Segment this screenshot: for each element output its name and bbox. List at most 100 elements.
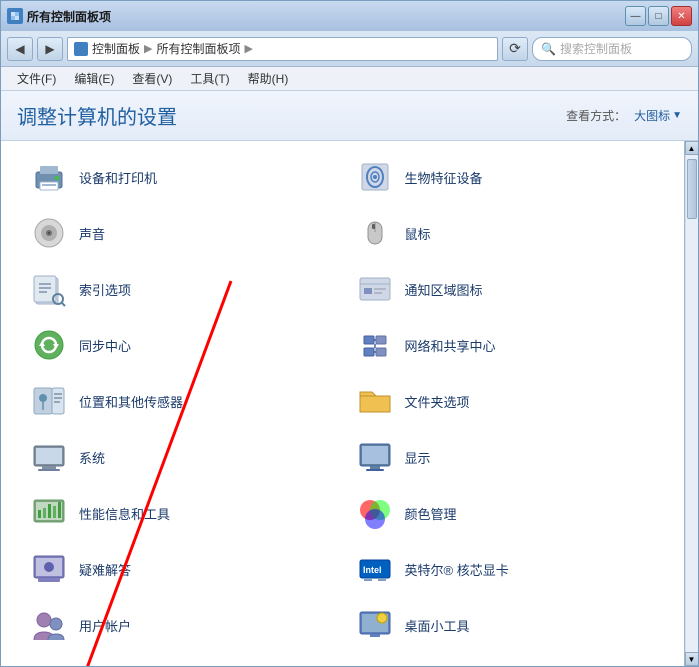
menu-bar: 文件(F) 编辑(E) 查看(V) 工具(T) 帮助(H) <box>1 67 698 91</box>
list-item[interactable]: 生物特征设备 <box>343 149 669 205</box>
menu-view[interactable]: 查看(V) <box>124 68 180 89</box>
menu-file[interactable]: 文件(F) <box>9 68 64 89</box>
list-item[interactable]: 索引选项 <box>17 261 343 317</box>
list-item[interactable]: 颜色管理 <box>343 485 669 541</box>
address-bar: ◀ ▶ 控制面板 ▶ 所有控制面板项 ▶ ⟳ 🔍 搜索控制面板 <box>1 31 698 67</box>
scroll-thumb[interactable] <box>687 159 697 219</box>
printer-icon <box>29 157 69 197</box>
item-label: 通知区域图标 <box>405 280 483 299</box>
list-item[interactable]: A a 字体 <box>343 653 669 666</box>
color-icon <box>355 493 395 533</box>
item-label: 桌面小工具 <box>405 616 470 635</box>
refresh-button[interactable]: ⟳ <box>502 37 528 61</box>
breadcrumb-all-items[interactable]: 所有控制面板项 <box>156 40 240 57</box>
svg-text:Intel: Intel <box>363 565 382 575</box>
item-label: 网络和共享中心 <box>405 336 496 355</box>
mouse-icon <box>355 213 395 253</box>
title-bar: 所有控制面板项 — □ ✕ <box>1 1 698 31</box>
user-icon <box>29 605 69 645</box>
location-icon <box>29 381 69 421</box>
close-button[interactable]: ✕ <box>671 6 692 26</box>
maximize-button[interactable]: □ <box>648 6 669 26</box>
minimize-button[interactable]: — <box>625 6 646 26</box>
index-icon <box>29 269 69 309</box>
item-label: 声音 <box>79 224 105 243</box>
item-label: 性能信息和工具 <box>79 504 170 523</box>
troubleshoot-icon <box>29 549 69 589</box>
item-label: 颜色管理 <box>405 504 457 523</box>
view-option-text: 大图标 <box>634 107 670 124</box>
window-icon <box>7 8 23 24</box>
list-item[interactable]: 系统 <box>17 429 343 485</box>
breadcrumb-control-panel[interactable]: 控制面板 <box>92 40 140 57</box>
search-placeholder: 搜索控制面板 <box>560 40 632 57</box>
view-dropdown-arrow: ▼ <box>672 110 682 121</box>
list-item[interactable]: 网络和共享中心 <box>343 317 669 373</box>
breadcrumb-bar[interactable]: 控制面板 ▶ 所有控制面板项 ▶ <box>67 37 498 61</box>
list-item[interactable]: 自动播放 <box>17 653 343 666</box>
folder-icon <box>355 381 395 421</box>
list-item[interactable]: 同步中心 <box>17 317 343 373</box>
list-item[interactable]: Intel 英特尔® 核芯显卡 <box>343 541 669 597</box>
item-label: 位置和其他传感器 <box>79 392 183 411</box>
item-label: 鼠标 <box>405 224 431 243</box>
item-label: 文件夹选项 <box>405 392 470 411</box>
page-title: 调整计算机的设置 <box>17 101 177 130</box>
window-title: 所有控制面板项 <box>27 8 111 25</box>
list-item[interactable]: 用户帐户 <box>17 597 343 653</box>
list-item[interactable]: 声音 <box>17 205 343 261</box>
item-label: 显示 <box>405 448 431 467</box>
view-label: 查看方式： <box>566 107 626 124</box>
view-dropdown[interactable]: 大图标 ▼ <box>634 107 682 124</box>
scroll-up-button[interactable]: ▲ <box>685 141 699 155</box>
breadcrumb-icon <box>74 42 88 56</box>
item-label: 设备和打印机 <box>79 168 157 187</box>
intel-icon: Intel <box>355 549 395 589</box>
sound-icon <box>29 213 69 253</box>
title-bar-left: 所有控制面板项 <box>7 8 111 25</box>
font-icon: A a <box>355 661 395 666</box>
list-item[interactable]: 文件夹选项 <box>343 373 669 429</box>
breadcrumb-sep1: ▶ <box>144 42 152 55</box>
display-icon <box>355 437 395 477</box>
list-item[interactable]: 性能信息和工具 <box>17 485 343 541</box>
autoplay-icon <box>29 661 69 666</box>
list-item[interactable]: 位置和其他传感器 <box>17 373 343 429</box>
performance-icon <box>29 493 69 533</box>
content-wrapper: 设备和打印机 生物特征设备 <box>1 141 698 666</box>
biometric-icon <box>355 157 395 197</box>
content-body: 设备和打印机 生物特征设备 <box>1 141 684 666</box>
notification-icon <box>355 269 395 309</box>
list-item[interactable]: 显示 <box>343 429 669 485</box>
item-label: 疑难解答 <box>79 560 131 579</box>
forward-button[interactable]: ▶ <box>37 37 63 61</box>
list-item[interactable]: 桌面小工具 <box>343 597 669 653</box>
sync-icon <box>29 325 69 365</box>
back-button[interactable]: ◀ <box>7 37 33 61</box>
menu-tools[interactable]: 工具(T) <box>182 68 237 89</box>
network-icon <box>355 325 395 365</box>
view-options: 查看方式： 大图标 ▼ <box>566 107 682 124</box>
system-icon <box>29 437 69 477</box>
list-item[interactable]: 鼠标 <box>343 205 669 261</box>
item-label: 英特尔® 核芯显卡 <box>405 560 509 579</box>
scrollbar[interactable]: ▲ ▼ <box>684 141 698 666</box>
scroll-down-button[interactable]: ▼ <box>685 652 699 666</box>
item-label: 用户帐户 <box>79 616 131 635</box>
items-grid: 设备和打印机 生物特征设备 <box>17 149 668 666</box>
window-controls: — □ ✕ <box>625 6 692 26</box>
menu-help[interactable]: 帮助(H) <box>240 68 297 89</box>
list-item[interactable]: 疑难解答 <box>17 541 343 597</box>
item-label: 生物特征设备 <box>405 168 483 187</box>
scroll-track[interactable] <box>686 155 698 652</box>
main-window: 所有控制面板项 — □ ✕ ◀ ▶ 控制面板 ▶ 所有控制面板项 ▶ ⟳ 🔍 搜… <box>0 0 699 667</box>
menu-edit[interactable]: 编辑(E) <box>66 68 122 89</box>
search-bar[interactable]: 🔍 搜索控制面板 <box>532 37 692 61</box>
list-item[interactable]: 设备和打印机 <box>17 149 343 205</box>
list-item[interactable]: 通知区域图标 <box>343 261 669 317</box>
content-header: 调整计算机的设置 查看方式： 大图标 ▼ <box>1 91 698 141</box>
desktop-icon <box>355 605 395 645</box>
item-label: 同步中心 <box>79 336 131 355</box>
item-label: 索引选项 <box>79 280 131 299</box>
breadcrumb-sep2: ▶ <box>245 42 253 55</box>
